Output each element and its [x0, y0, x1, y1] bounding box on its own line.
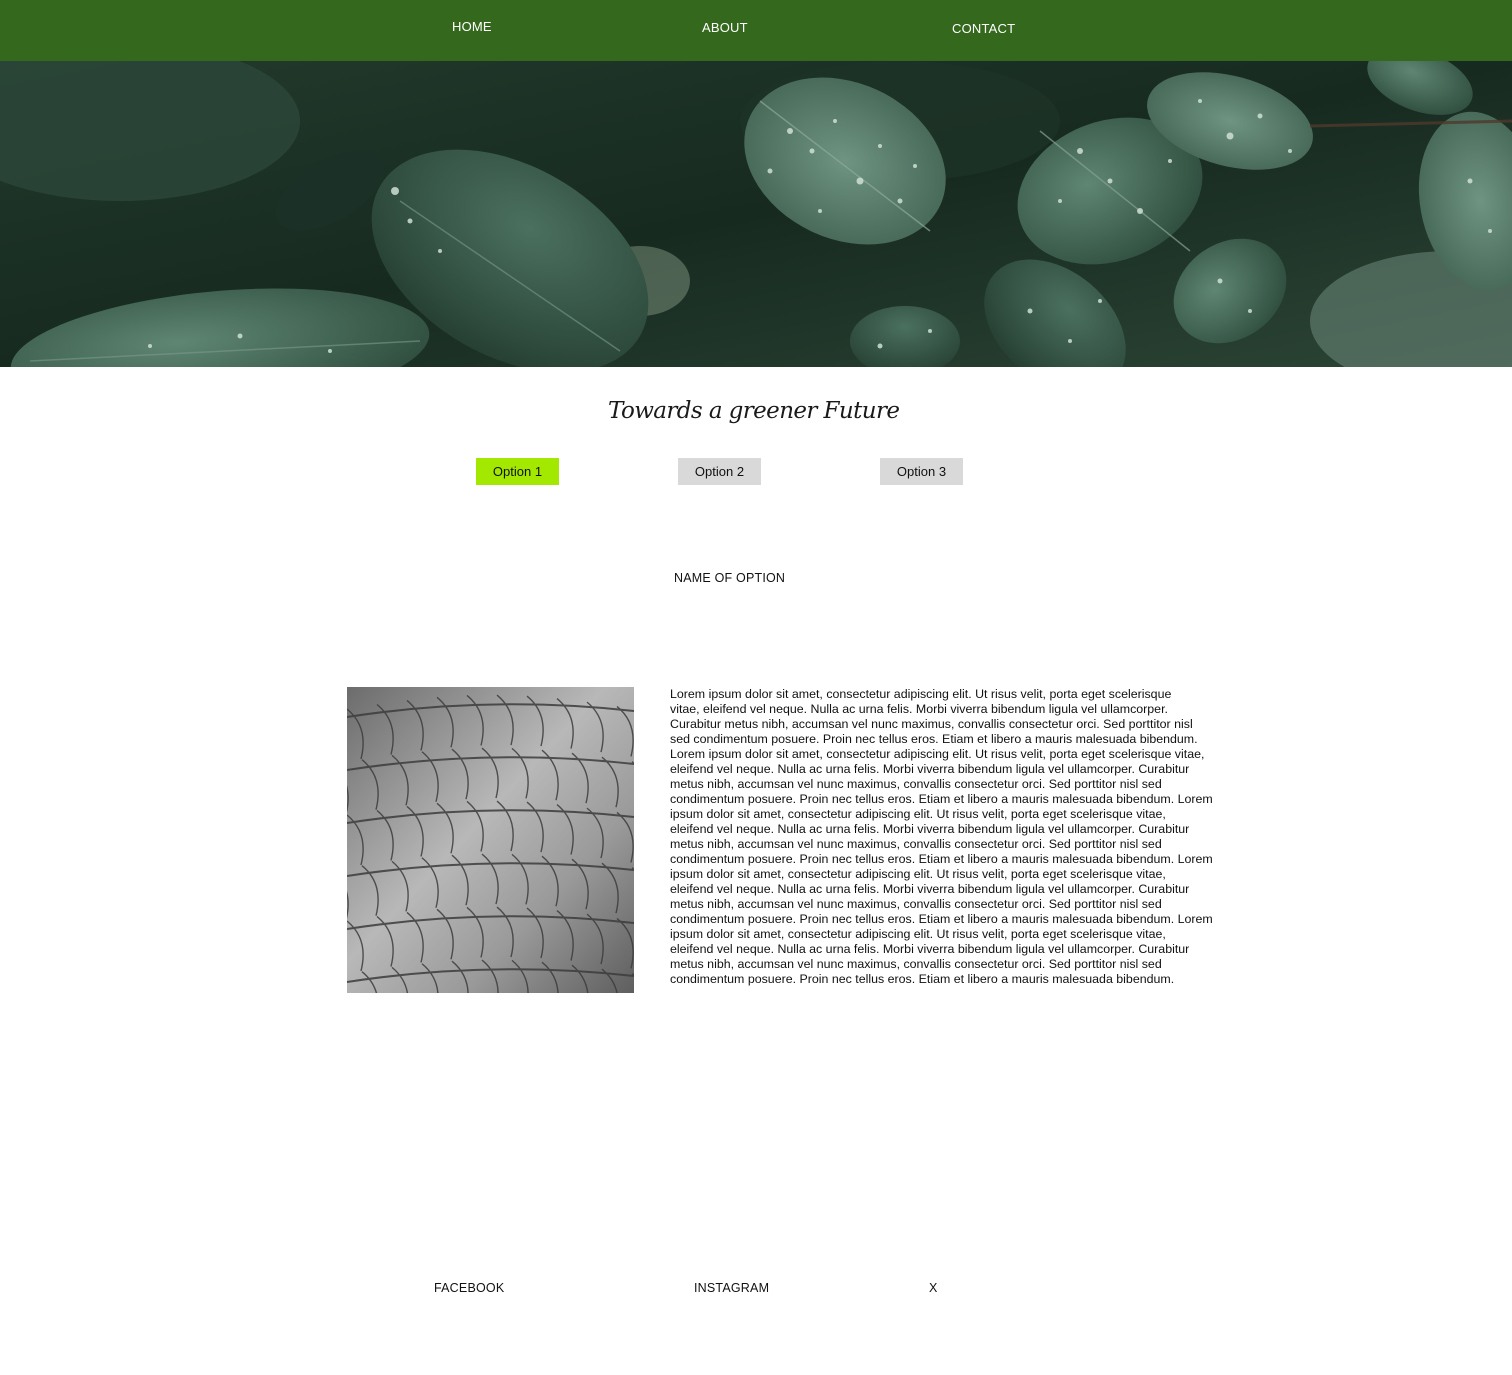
roof-tiles-graphic — [347, 687, 634, 993]
hero-leaves-graphic — [0, 61, 1512, 367]
tab-option-1[interactable]: Option 1 — [476, 458, 559, 485]
page: HOME ABOUT CONTACT Towards a greener Fut… — [0, 0, 1512, 1375]
nav-contact-link[interactable]: CONTACT — [952, 21, 1015, 36]
option-description-text: Lorem ipsum dolor sit amet, consectetur … — [670, 687, 1213, 986]
hero-image — [0, 61, 1512, 367]
footer-instagram-link[interactable]: INSTAGRAM — [694, 1281, 769, 1295]
tab-option-3[interactable]: Option 3 — [880, 458, 963, 485]
footer-x-link[interactable]: X — [929, 1281, 938, 1295]
tab-option-2[interactable]: Option 2 — [678, 458, 761, 485]
page-title: Towards a greener Future — [608, 398, 900, 424]
footer-facebook-link[interactable]: FACEBOOK — [434, 1281, 504, 1295]
content-image — [347, 687, 634, 993]
nav-home-link[interactable]: HOME — [452, 19, 492, 34]
nav-about-link[interactable]: ABOUT — [702, 20, 748, 35]
top-navbar: HOME ABOUT CONTACT — [0, 0, 1512, 61]
option-name-heading: NAME OF OPTION — [674, 571, 786, 585]
